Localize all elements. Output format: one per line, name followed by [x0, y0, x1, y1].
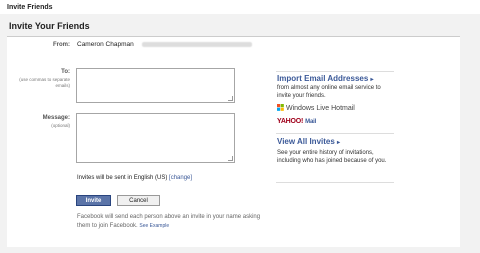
hotmail-logo[interactable]: Windows Live Hotmail	[277, 104, 355, 112]
from-name: Cameron Chapman	[77, 41, 134, 48]
windows-flag-icon	[277, 104, 284, 111]
message-textarea[interactable]	[76, 113, 235, 163]
resize-grip-icon[interactable]	[228, 96, 233, 101]
import-email-description: from almost any online email service to …	[277, 85, 381, 99]
language-line: Invites will be sent in English (US) [ch…	[77, 175, 192, 181]
yahoo-label: YAHOO!	[277, 118, 304, 125]
sidebar-divider	[276, 71, 394, 72]
top-bar-title: Invite Friends	[7, 4, 53, 11]
view-all-invites-title: View All Invites	[277, 137, 335, 146]
sidebar-divider	[276, 182, 394, 183]
invite-button[interactable]: Invite	[76, 195, 111, 206]
arrow-right-icon: ▸	[370, 77, 374, 83]
view-all-invites-description: See your entire history of invitations, …	[277, 150, 387, 164]
message-hint: (optional)	[51, 123, 70, 128]
yahoo-mail-label: Mail	[305, 119, 317, 125]
import-email-title: Import Email Addresses	[277, 74, 369, 83]
panel-header: Invite Your Friends	[7, 17, 460, 37]
change-language-link[interactable]: [change]	[169, 175, 192, 181]
see-example-link[interactable]: See Example	[139, 223, 169, 229]
view-all-invites-link[interactable]: View All Invites ▸	[277, 137, 340, 146]
to-hint: (use commas to separate emails)	[19, 77, 70, 88]
page-title: Invite Your Friends	[9, 21, 90, 31]
sidebar-divider	[276, 133, 394, 134]
resize-grip-icon[interactable]	[228, 156, 233, 161]
cancel-button[interactable]: Cancel	[117, 195, 160, 206]
top-bar: Invite Friends	[0, 0, 480, 14]
yahoo-mail-logo[interactable]: YAHOO! Mail	[277, 118, 316, 125]
to-label: To:	[61, 69, 70, 75]
from-label: From:	[53, 42, 70, 48]
hotmail-label: Windows Live Hotmail	[286, 105, 355, 112]
import-email-link[interactable]: Import Email Addresses ▸	[277, 74, 374, 83]
to-textarea[interactable]	[76, 68, 235, 103]
arrow-right-icon: ▸	[337, 140, 341, 146]
language-text: Invites will be sent in English (US)	[77, 175, 168, 181]
from-email-redacted	[142, 42, 252, 47]
invite-note: Facebook will send each person above an …	[77, 213, 267, 231]
message-label: Message:	[42, 115, 70, 121]
